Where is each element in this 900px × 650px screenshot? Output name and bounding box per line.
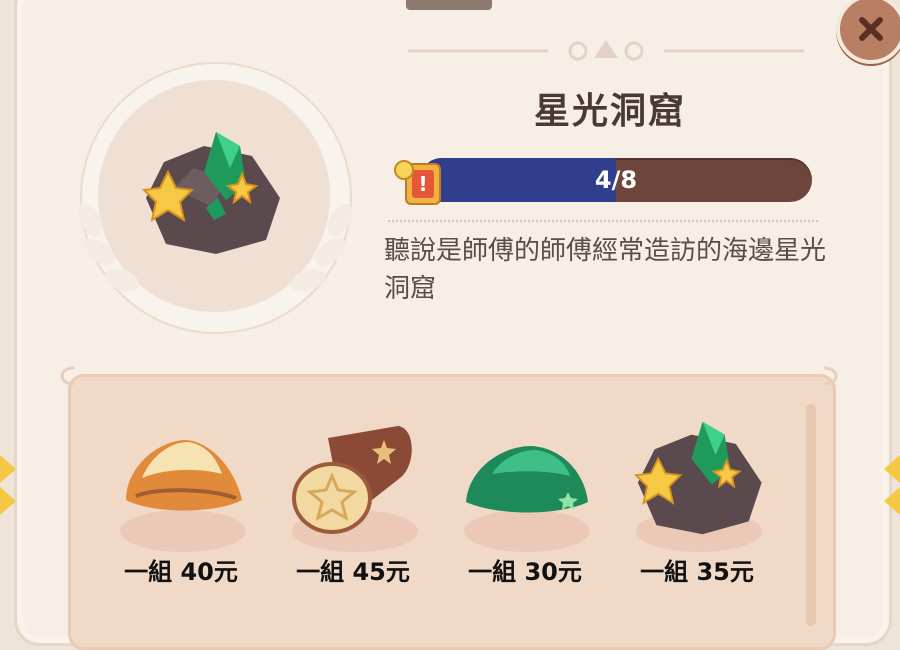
title-ornament [408,40,804,61]
corner-ornament [60,366,75,386]
progress-track: 4/8 [420,158,812,202]
scrollbar[interactable] [806,404,816,626]
left-gem-icon [0,455,16,515]
shop-item-moss[interactable]: 一組 30元 [440,418,610,598]
star-log-icon [292,426,412,534]
right-gem-icon [884,455,900,515]
location-description: 聽說是師傅的師傅經常造訪的海邊星光洞窟 [384,236,827,304]
divider [388,220,818,222]
item-price: 一組 40元 [124,558,238,586]
close-icon [859,17,883,41]
shop-item-sand[interactable]: 一組 40元 [96,418,266,598]
progress-text: 4/8 [594,166,638,194]
sand-pile-icon [126,440,242,511]
item-price: 一組 35元 [640,558,754,586]
shop-item-log[interactable]: 一組 45元 [268,418,438,598]
green-moss-icon [466,446,588,513]
top-tab [406,0,492,10]
svg-text:!: ! [418,172,427,196]
item-price: 一組 30元 [468,558,582,586]
location-title: 星光洞窟 [533,91,686,132]
corner-ornament [823,366,838,386]
quest-card-icon: ! [394,160,441,205]
star-crystal-ore-icon [141,132,280,254]
shop-item-ore[interactable]: 一組 35元 [612,418,782,598]
star-crystal-ore-icon [634,421,762,535]
item-price: 一組 45元 [296,558,410,586]
progress-bar: 4/8 ! [392,156,814,205]
